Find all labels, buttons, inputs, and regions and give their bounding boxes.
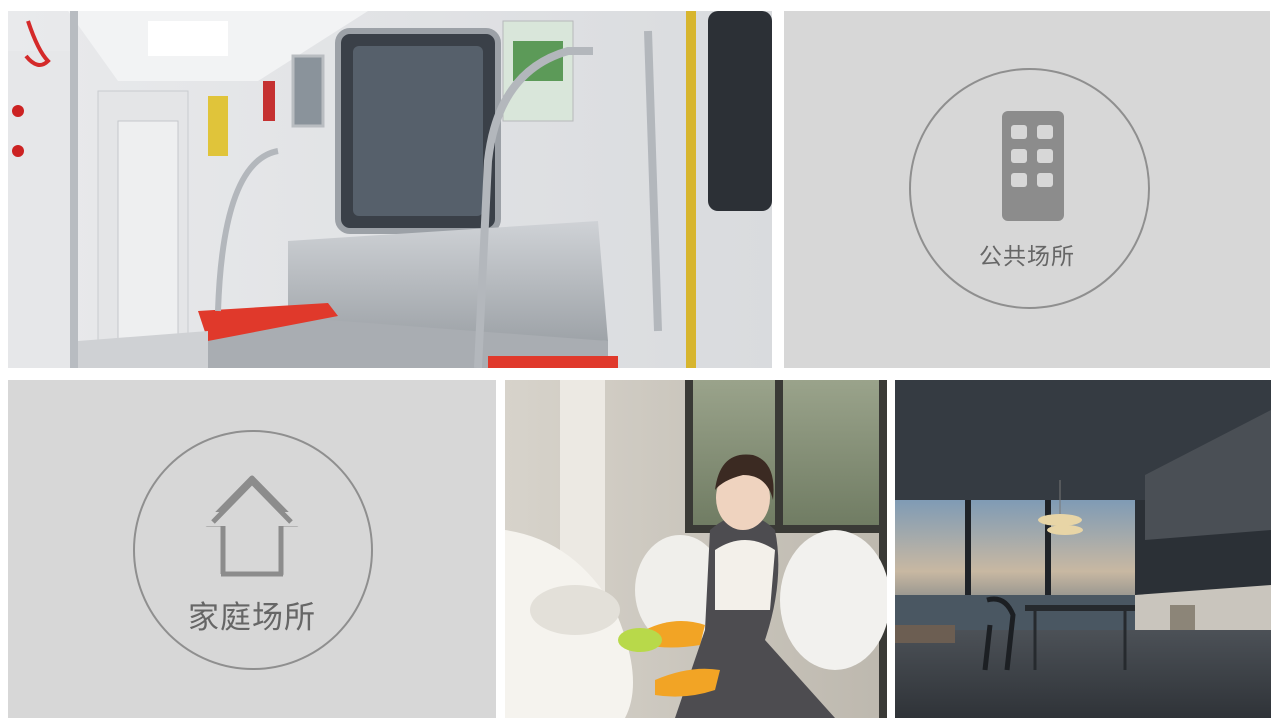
house-icon [201,474,303,578]
building-icon [1002,111,1064,221]
woman-cleaning-toilet-photo [505,380,887,718]
home-places-tile[interactable]: 家庭场所 [8,380,496,718]
public-places-tile[interactable]: 公共场所 [784,11,1270,368]
home-places-label: 家庭场所 [188,600,316,636]
public-places-label: 公共场所 [979,244,1075,270]
modern-kitchen-interior-photo [895,380,1271,718]
subway-car-interior-photo [8,11,772,368]
